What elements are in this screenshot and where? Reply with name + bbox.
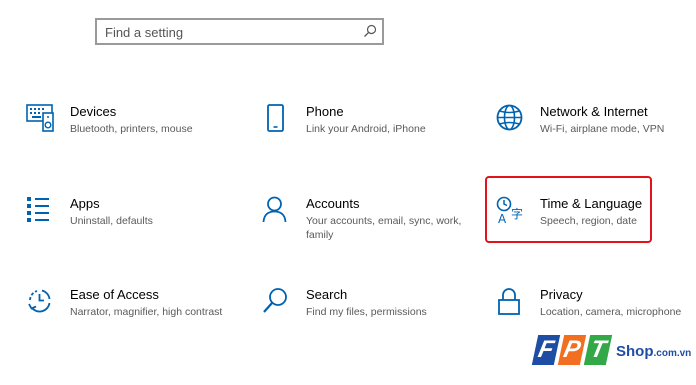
- settings-tile-accounts[interactable]: Accounts Your accounts, email, sync, wor…: [262, 196, 462, 244]
- tile-description: Narrator, magnifier, high contrast: [70, 306, 223, 318]
- tile-title: Privacy: [540, 287, 583, 302]
- settings-tile-phone[interactable]: Phone Link your Android, iPhone: [262, 104, 462, 144]
- tile-description: Uninstall, defaults: [70, 215, 153, 227]
- tile-title: Ease of Access: [70, 287, 159, 302]
- search-input[interactable]: [105, 23, 355, 41]
- tile-title: Devices: [70, 104, 117, 119]
- brand-shop-word: Shop: [616, 343, 654, 360]
- globe-icon: [496, 104, 523, 131]
- tile-title: Apps: [70, 196, 100, 211]
- settings-tile-network-internet[interactable]: Network & Internet Wi-Fi, airplane mode,…: [496, 104, 691, 144]
- search-icon[interactable]: [363, 24, 377, 38]
- tile-description: Location, camera, microphone: [540, 306, 682, 318]
- brand-shop-text: Shop.com.vn: [616, 343, 691, 360]
- brand-letter-p: P: [557, 335, 587, 365]
- tile-description: Wi-Fi, airplane mode, VPN: [540, 123, 665, 135]
- apps-list-icon: [27, 197, 49, 222]
- tile-description: Find my files, permissions: [306, 306, 427, 318]
- settings-tile-privacy[interactable]: Privacy Location, camera, microphone: [496, 287, 691, 327]
- phone-icon: [267, 104, 284, 132]
- settings-tile-search[interactable]: Search Find my files, permissions: [262, 287, 462, 327]
- devices-icon: [26, 104, 54, 132]
- ease-of-access-icon: [28, 289, 51, 313]
- person-icon: [262, 196, 287, 223]
- tile-description: Bluetooth, printers, mouse: [70, 123, 193, 135]
- settings-tile-devices[interactable]: Devices Bluetooth, printers, mouse: [26, 104, 226, 144]
- tile-title: Search: [306, 287, 348, 302]
- search-box[interactable]: [95, 18, 384, 45]
- tile-title: Network & Internet: [540, 104, 648, 119]
- brand-domain: .com.vn: [653, 348, 692, 359]
- highlight-frame: [485, 176, 652, 243]
- tile-title: Phone: [306, 104, 344, 119]
- tile-description: Link your Android, iPhone: [306, 123, 426, 135]
- brand-letter-t: T: [583, 335, 613, 365]
- tile-title: Accounts: [306, 196, 360, 211]
- brand-watermark: F P T Shop.com.vn: [531, 333, 693, 373]
- settings-tile-ease-of-access[interactable]: Ease of Access Narrator, magnifier, high…: [26, 287, 226, 335]
- tile-description: Your accounts, email, sync, work, family: [306, 215, 462, 241]
- brand-letter-f: F: [531, 335, 561, 365]
- magnifier-icon: [263, 288, 287, 313]
- lock-icon: [498, 288, 520, 315]
- settings-tile-apps[interactable]: Apps Uninstall, defaults: [26, 196, 226, 236]
